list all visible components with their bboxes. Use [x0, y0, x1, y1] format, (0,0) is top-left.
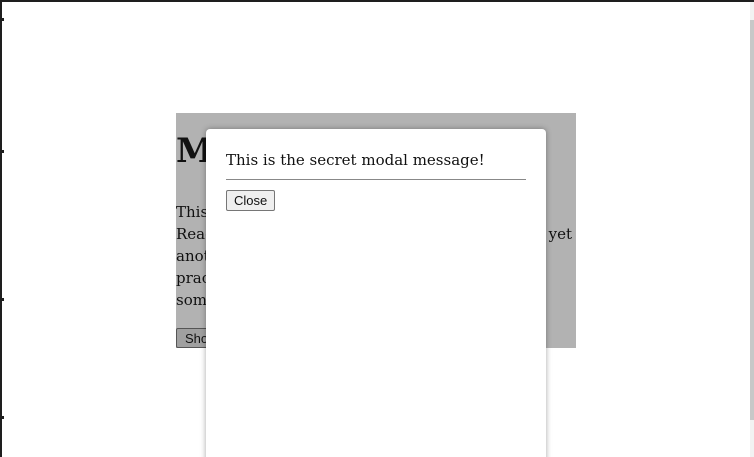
scrollbar-thumb[interactable]	[750, 20, 754, 420]
close-button[interactable]: Close	[226, 190, 276, 211]
paragraph-line-text: prac	[176, 269, 211, 287]
paragraph-line-end-text: yet	[548, 225, 572, 243]
vertical-scrollbar[interactable]	[750, 2, 754, 457]
paragraph-line-text: This	[176, 203, 209, 221]
modal-divider	[226, 179, 526, 180]
browser-viewport: M This Reac yet anot prac som Sho This i…	[0, 0, 754, 457]
paragraph-line-text: anot	[176, 247, 210, 265]
paragraph-line-text: som	[176, 291, 207, 309]
modal-message: This is the secret modal message!	[226, 151, 485, 169]
modal-dialog: This is the secret modal message! Close	[206, 129, 546, 457]
